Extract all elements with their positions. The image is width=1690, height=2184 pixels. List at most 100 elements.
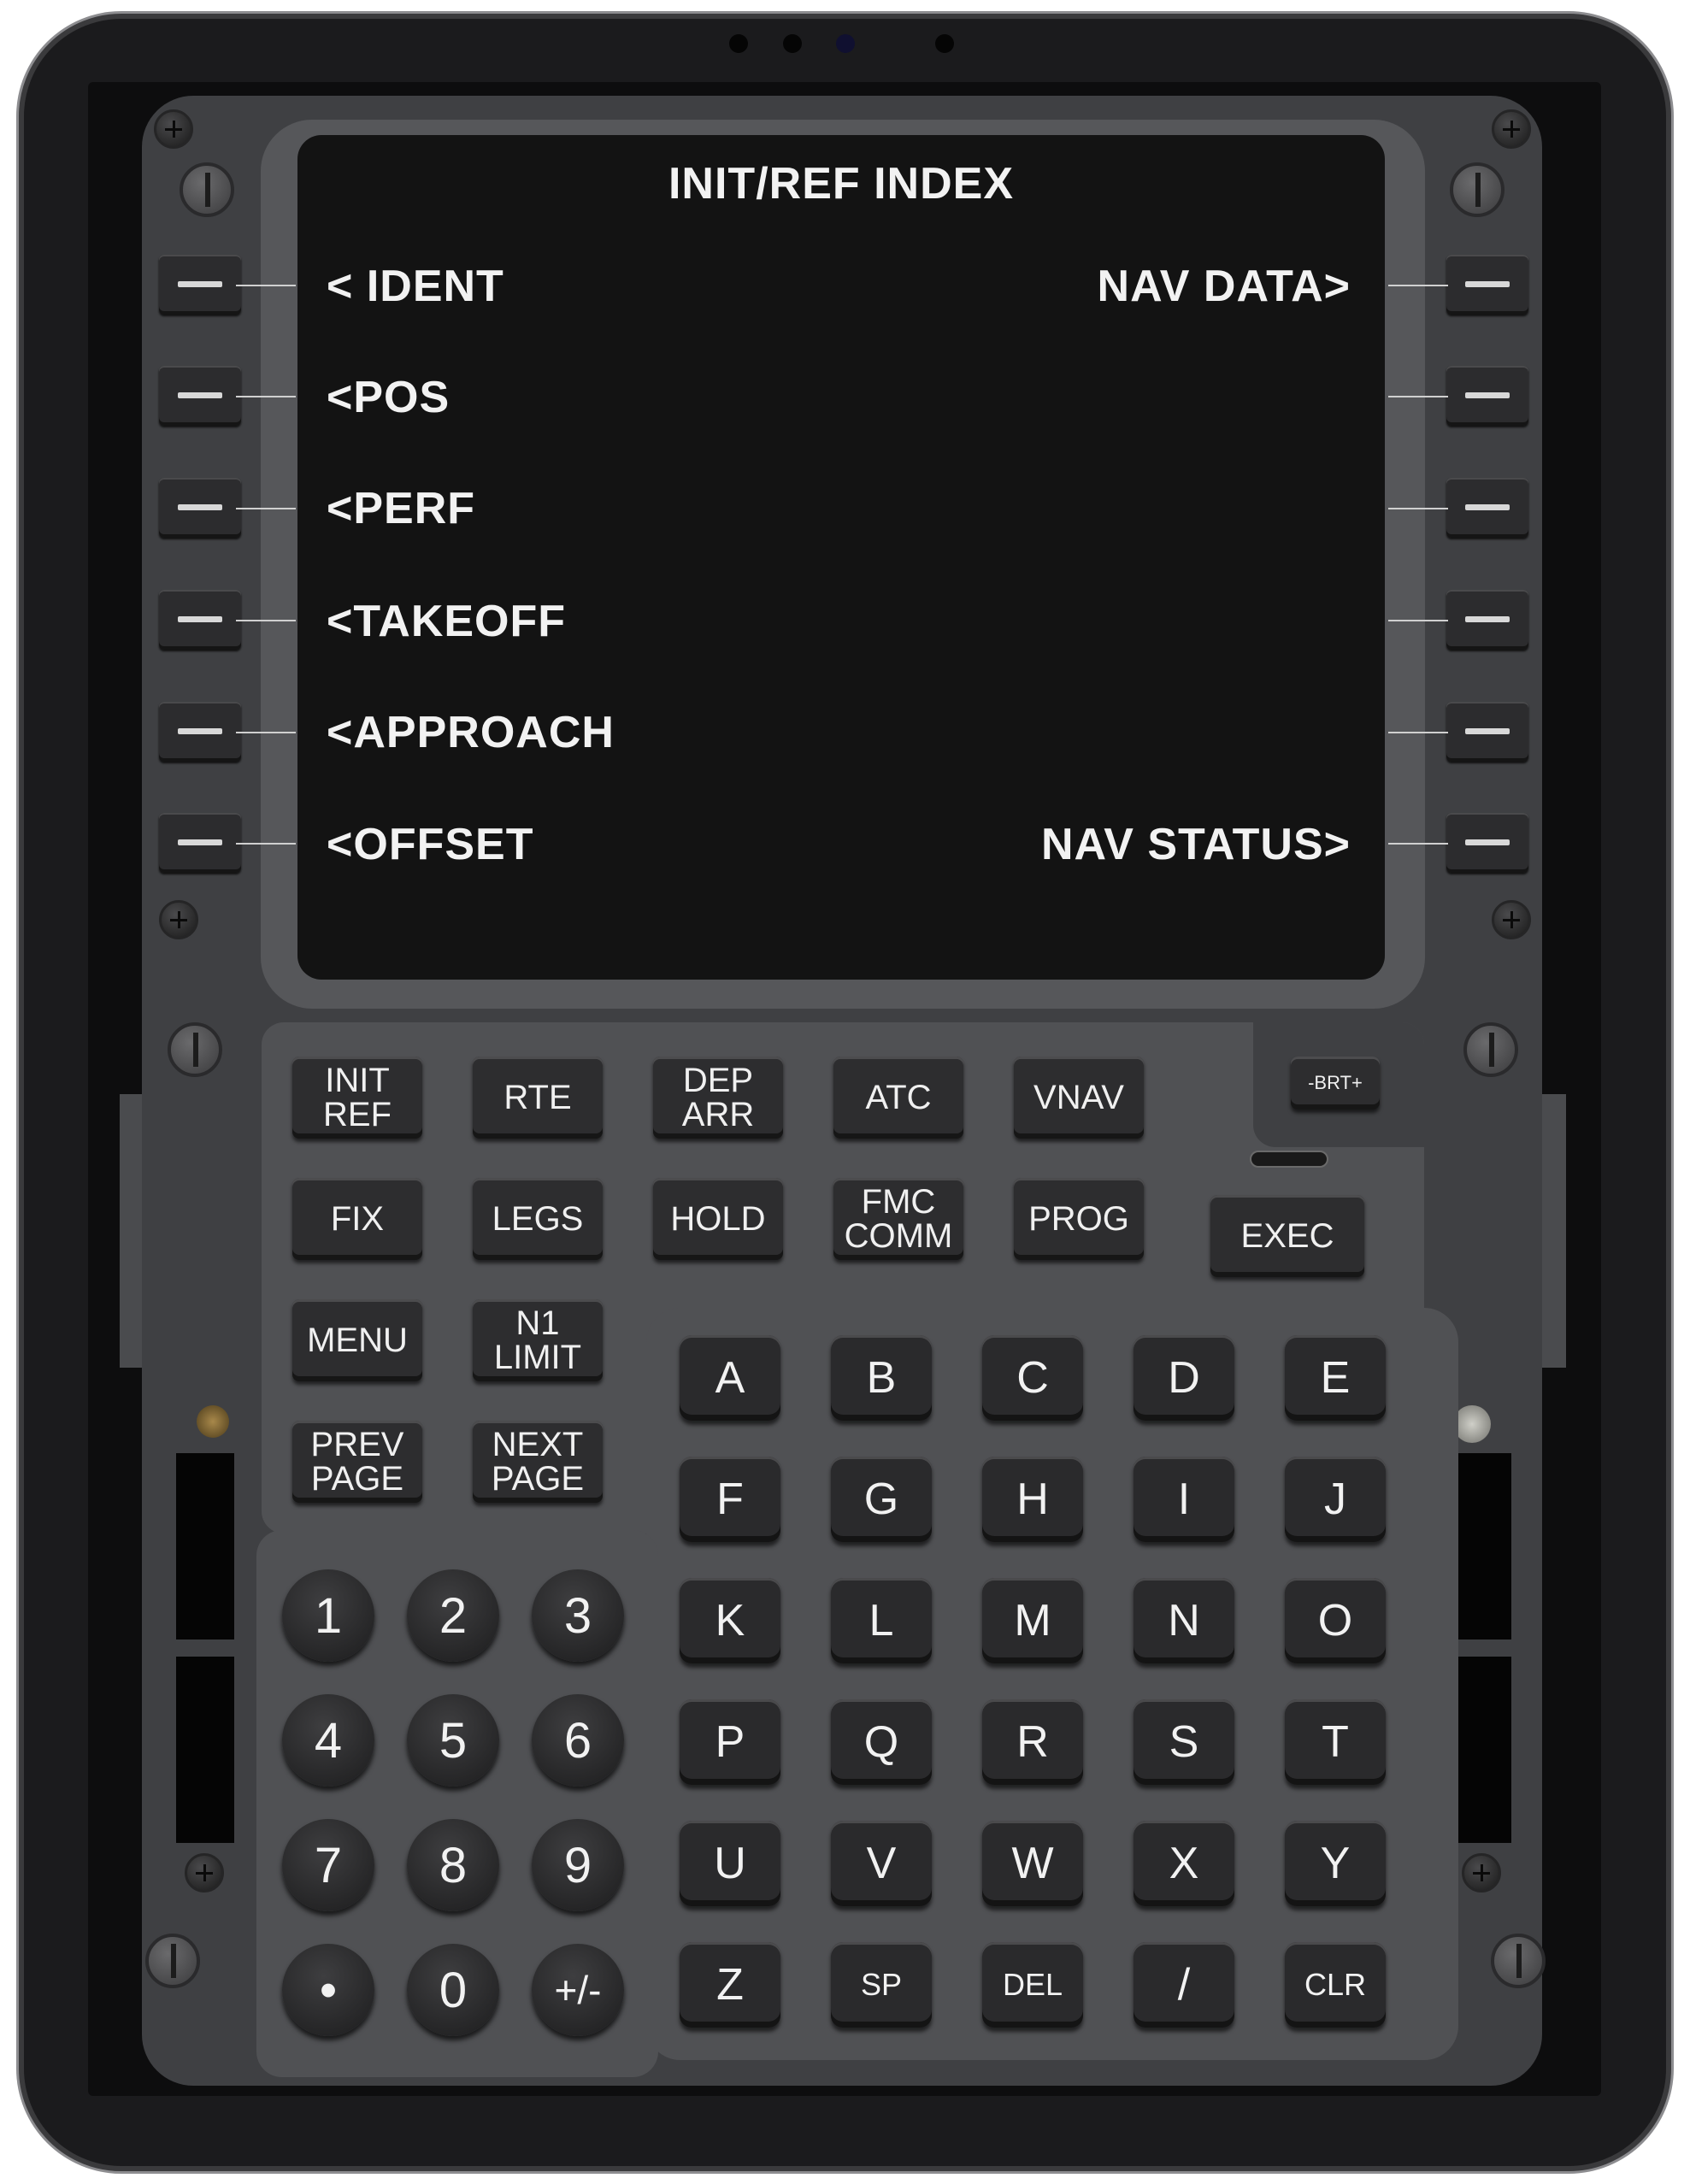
- fix-key[interactable]: FIX: [292, 1178, 422, 1260]
- key-u[interactable]: U: [680, 1821, 780, 1906]
- fastener-icon: [180, 162, 234, 217]
- screw-icon: [159, 900, 198, 939]
- brightness-control[interactable]: -BRT+: [1291, 1057, 1380, 1110]
- screw-icon: [154, 109, 193, 149]
- key-sp[interactable]: SP: [831, 1942, 932, 2028]
- key-b[interactable]: B: [831, 1335, 932, 1421]
- n1-limit-key[interactable]: N1 LIMIT: [473, 1299, 603, 1381]
- key-clr[interactable]: CLR: [1285, 1942, 1386, 2028]
- key-r[interactable]: R: [982, 1699, 1083, 1785]
- lsk-label-1l: < IDENT: [327, 262, 504, 311]
- key-v[interactable]: V: [831, 1821, 932, 1906]
- screw-icon: [185, 1853, 224, 1893]
- screw-icon: [1462, 1853, 1501, 1893]
- lsk-5l[interactable]: [159, 702, 241, 762]
- lsk-2l[interactable]: [159, 366, 241, 426]
- camera-dot: [935, 34, 954, 53]
- fastener-icon: [168, 1022, 222, 1077]
- key-0[interactable]: 0: [407, 1944, 499, 2036]
- key-decimal[interactable]: •: [282, 1944, 374, 2036]
- key-y[interactable]: Y: [1285, 1821, 1386, 1906]
- lsk-5r[interactable]: [1446, 702, 1528, 762]
- lsk-1r[interactable]: [1446, 255, 1528, 315]
- fastener-icon: [1463, 1022, 1518, 1077]
- key-x[interactable]: X: [1134, 1821, 1234, 1906]
- init-ref-key[interactable]: INIT REF: [292, 1057, 422, 1139]
- exec-key[interactable]: EXEC: [1210, 1195, 1364, 1277]
- hold-key[interactable]: HOLD: [653, 1178, 783, 1260]
- lsk-leader-line: [236, 285, 296, 286]
- annunciator-light: [197, 1405, 229, 1438]
- key-e[interactable]: E: [1285, 1335, 1386, 1421]
- lsk-leader-line: [236, 620, 296, 621]
- key-6[interactable]: 6: [532, 1694, 624, 1787]
- annunciator-slot: [1453, 1657, 1511, 1843]
- lsk-6l[interactable]: [159, 813, 241, 873]
- lsk-1l[interactable]: [159, 255, 241, 315]
- camera-lens: [836, 34, 855, 53]
- lsk-label-1r: NAV DATA>: [1097, 262, 1351, 311]
- key-c[interactable]: C: [982, 1335, 1083, 1421]
- lsk-3l[interactable]: [159, 478, 241, 538]
- prev-page-key[interactable]: PREV PAGE: [292, 1421, 422, 1503]
- fastener-icon: [1450, 162, 1505, 217]
- key-s[interactable]: S: [1134, 1699, 1234, 1785]
- key-p[interactable]: P: [680, 1699, 780, 1785]
- lsk-4r[interactable]: [1446, 590, 1528, 650]
- lsk-leader-line: [236, 396, 296, 397]
- key-h[interactable]: H: [982, 1457, 1083, 1542]
- key-l[interactable]: L: [831, 1578, 932, 1663]
- key-a[interactable]: A: [680, 1335, 780, 1421]
- fmc-comm-key[interactable]: FMC COMM: [833, 1178, 963, 1260]
- key-1[interactable]: 1: [282, 1569, 374, 1662]
- key-z[interactable]: Z: [680, 1942, 780, 2028]
- lsk-label-4l: <TAKEOFF: [327, 597, 567, 646]
- lsk-6r[interactable]: [1446, 813, 1528, 873]
- camera-dot: [729, 34, 748, 53]
- key-g[interactable]: G: [831, 1457, 932, 1542]
- key-plus-minus[interactable]: +/-: [532, 1944, 624, 2036]
- key-4[interactable]: 4: [282, 1694, 374, 1787]
- key-2[interactable]: 2: [407, 1569, 499, 1662]
- lsk-label-3l: <PERF: [327, 484, 476, 533]
- key-t[interactable]: T: [1285, 1699, 1386, 1785]
- rte-key[interactable]: RTE: [473, 1057, 603, 1139]
- key-k[interactable]: K: [680, 1578, 780, 1663]
- atc-key[interactable]: ATC: [833, 1057, 963, 1139]
- next-page-key[interactable]: NEXT PAGE: [473, 1421, 603, 1503]
- lsk-leader-line: [1388, 508, 1448, 509]
- key-slash[interactable]: /: [1134, 1942, 1234, 2028]
- screw-icon: [1492, 109, 1531, 149]
- key-m[interactable]: M: [982, 1578, 1083, 1663]
- dep-arr-key[interactable]: DEP ARR: [653, 1057, 783, 1139]
- lsk-3r[interactable]: [1446, 478, 1528, 538]
- lsk-label-6l: <OFFSET: [327, 820, 534, 869]
- key-j[interactable]: J: [1285, 1457, 1386, 1542]
- key-w[interactable]: W: [982, 1821, 1083, 1906]
- key-8[interactable]: 8: [407, 1819, 499, 1911]
- vnav-key[interactable]: VNAV: [1014, 1057, 1144, 1139]
- lsk-4l[interactable]: [159, 590, 241, 650]
- key-o[interactable]: O: [1285, 1578, 1386, 1663]
- key-7[interactable]: 7: [282, 1819, 374, 1911]
- lsk-2r[interactable]: [1446, 366, 1528, 426]
- key-i[interactable]: I: [1134, 1457, 1234, 1542]
- key-9[interactable]: 9: [532, 1819, 624, 1911]
- prog-key[interactable]: PROG: [1014, 1178, 1144, 1260]
- lsk-leader-line: [1388, 285, 1448, 286]
- annunciator-slot: [176, 1453, 234, 1639]
- key-d[interactable]: D: [1134, 1335, 1234, 1421]
- screw-icon: [1492, 900, 1531, 939]
- light-sensor: [1453, 1405, 1491, 1443]
- key-del[interactable]: DEL: [982, 1942, 1083, 2028]
- key-f[interactable]: F: [680, 1457, 780, 1542]
- legs-key[interactable]: LEGS: [473, 1178, 603, 1260]
- key-3[interactable]: 3: [532, 1569, 624, 1662]
- lsk-leader-line: [236, 732, 296, 733]
- key-q[interactable]: Q: [831, 1699, 932, 1785]
- key-n[interactable]: N: [1134, 1578, 1234, 1663]
- annunciator-slot: [1453, 1453, 1511, 1639]
- fastener-icon: [1491, 1934, 1546, 1988]
- key-5[interactable]: 5: [407, 1694, 499, 1787]
- menu-key[interactable]: MENU: [292, 1299, 422, 1381]
